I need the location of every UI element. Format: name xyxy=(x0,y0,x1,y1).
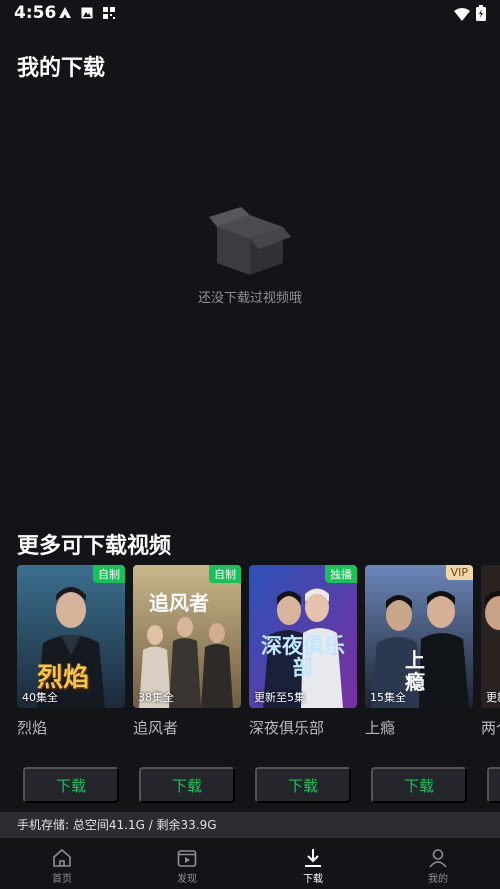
wifi-icon xyxy=(454,6,470,25)
poster-title-art: 追风者 xyxy=(149,591,209,615)
download-button[interactable]: 下载 xyxy=(255,767,351,803)
qr-notification-icon xyxy=(102,6,116,19)
empty-state-text: 还没下载过视频哦 xyxy=(197,291,302,306)
recommend-list: 烈焰 自制 40集全 烈焰 追风者 自制 38集全 追风者 深夜俱乐部 独播 更… xyxy=(0,565,500,745)
profile-icon xyxy=(429,849,447,868)
empty-box-icon xyxy=(209,207,291,275)
empty-state: 还没下载过视频哦 xyxy=(0,205,500,306)
home-icon xyxy=(53,849,71,867)
badge-label: 自制 xyxy=(209,565,241,583)
app-notification-icon xyxy=(58,6,72,19)
image-notification-icon xyxy=(80,6,94,19)
tab-profile[interactable]: 我的 xyxy=(408,847,468,885)
poster-title-art: 深夜俱乐部 xyxy=(261,633,345,680)
tab-download[interactable]: 下载 xyxy=(283,847,343,885)
tab-label: 发现 xyxy=(177,874,197,885)
video-title[interactable]: 两个 xyxy=(481,717,500,738)
video-card[interactable]: 追风者 自制 38集全 追风者 xyxy=(133,565,241,738)
video-poster[interactable]: 上瘾 VIP 15集全 xyxy=(365,565,473,708)
poster-title-art: 上瘾 xyxy=(405,648,425,694)
tab-label: 下载 xyxy=(303,874,323,885)
battery-icon xyxy=(476,5,486,25)
poster-image xyxy=(481,565,500,708)
download-button[interactable]: 下载 xyxy=(487,767,500,803)
episode-count: 38集全 xyxy=(138,691,174,704)
video-card[interactable]: 更新 两个 xyxy=(481,565,500,738)
episode-count: 15集全 xyxy=(370,691,406,704)
video-title[interactable]: 烈焰 xyxy=(17,717,125,738)
video-title[interactable]: 上瘾 xyxy=(365,717,473,738)
badge-label: 自制 xyxy=(93,565,125,583)
page-title: 我的下载 xyxy=(17,56,106,81)
download-button[interactable]: 下载 xyxy=(139,767,235,803)
video-icon xyxy=(177,850,197,867)
section-title: 更多可下载视频 xyxy=(17,534,172,559)
bottom-tab-bar: 首页 发现 下载 我的 xyxy=(0,838,500,889)
badge-label: 独播 xyxy=(325,565,357,583)
status-time: 4:56 xyxy=(14,3,57,23)
video-title[interactable]: 深夜俱乐部 xyxy=(249,717,357,738)
download-button-row: 下载 下载 下载 下载 下载 xyxy=(0,767,500,803)
video-card[interactable]: 深夜俱乐部 独播 更新至5集 深夜俱乐部 xyxy=(249,565,357,738)
tab-label: 首页 xyxy=(52,874,72,885)
status-bar: 4:56 xyxy=(0,0,500,26)
vip-badge: VIP xyxy=(445,565,473,580)
video-card[interactable]: 上瘾 VIP 15集全 上瘾 xyxy=(365,565,473,738)
episode-count: 更新至5集 xyxy=(254,691,305,704)
storage-info: 手机存储: 总空间41.1G / 剩余33.9G xyxy=(0,812,500,838)
video-card[interactable]: 烈焰 自制 40集全 烈焰 xyxy=(17,565,125,738)
download-button[interactable]: 下载 xyxy=(23,767,119,803)
video-poster[interactable]: 烈焰 自制 40集全 xyxy=(17,565,125,708)
download-icon xyxy=(305,849,321,867)
video-title[interactable]: 追风者 xyxy=(133,717,241,738)
notification-icons xyxy=(58,6,116,19)
tab-home[interactable]: 首页 xyxy=(32,847,92,885)
tab-discover[interactable]: 发现 xyxy=(157,847,217,885)
video-poster[interactable]: 追风者 自制 38集全 xyxy=(133,565,241,708)
tab-label: 我的 xyxy=(428,874,448,885)
download-button[interactable]: 下载 xyxy=(371,767,467,803)
status-indicators xyxy=(454,5,486,25)
video-poster[interactable]: 深夜俱乐部 独播 更新至5集 xyxy=(249,565,357,708)
video-poster[interactable]: 更新 xyxy=(481,565,500,708)
episode-count: 40集全 xyxy=(22,691,58,704)
episode-count: 更新 xyxy=(486,691,500,704)
